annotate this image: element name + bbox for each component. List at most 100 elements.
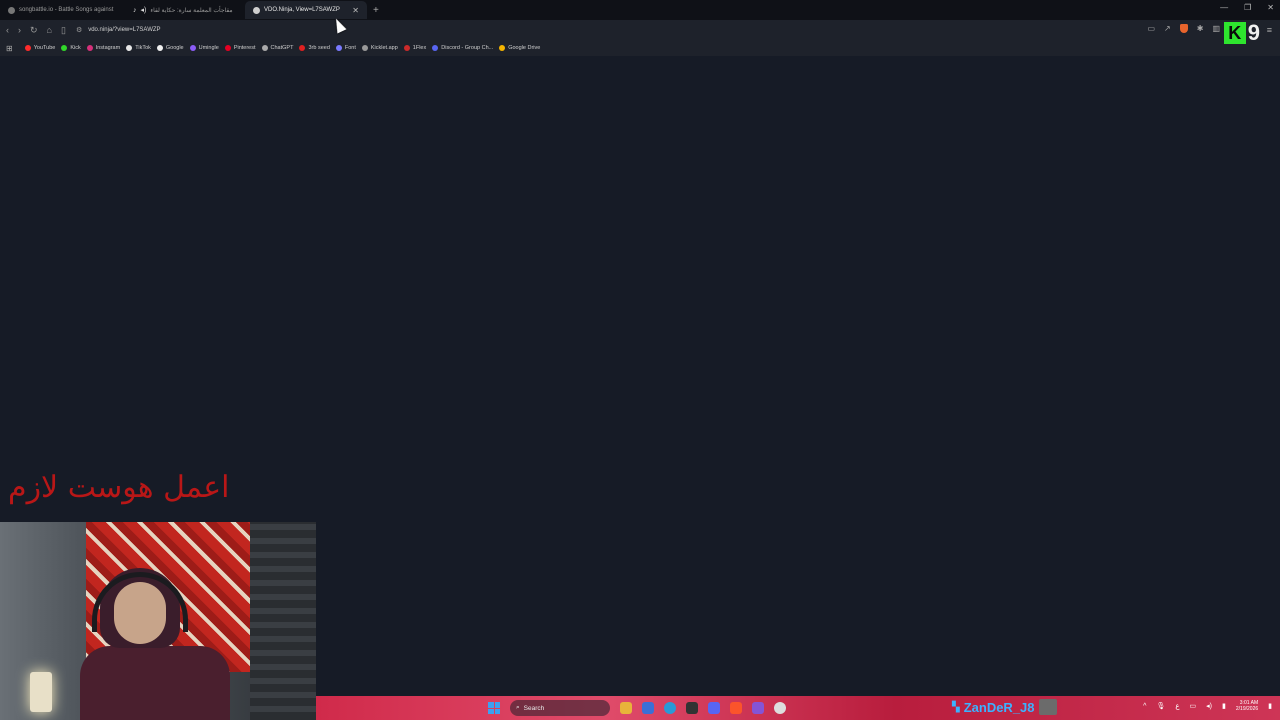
- bookmark-pinterest[interactable]: Pinterest: [224, 45, 256, 51]
- brave-shield-icon[interactable]: [1179, 24, 1188, 33]
- app-icon[interactable]: [752, 702, 764, 714]
- tab-arabic-video[interactable]: ♪ ◂) مقاجأت المعلمة سارة: حكاية لقاء: [125, 1, 245, 19]
- audio-playing-icon[interactable]: ◂): [141, 6, 147, 14]
- pinterest-icon: [224, 45, 231, 51]
- google-icon: [156, 45, 163, 51]
- obs-icon[interactable]: [686, 702, 698, 714]
- user-logo-icon: ▚: [952, 701, 960, 713]
- microphone-icon[interactable]: 🎙: [1156, 702, 1165, 710]
- menu-icon[interactable]: ≡: [1267, 25, 1272, 35]
- nav-buttons: ‹ › ↻ ⌂ ▯: [0, 25, 66, 36]
- 3rb-seed-icon: [299, 45, 306, 51]
- site-settings-icon[interactable]: ⚙: [76, 26, 82, 34]
- webcam-streamer: [80, 568, 240, 720]
- search-label: Search: [523, 704, 545, 712]
- songbattle-favicon-icon: [8, 6, 15, 14]
- new-tab-button[interactable]: +: [367, 5, 385, 16]
- kick-logo-letter: K: [1223, 22, 1246, 44]
- share-icon[interactable]: ↗: [1164, 24, 1171, 33]
- taskbar: ⌕ Search ▚ ZanDeR_J8 ^ 🎙 ع ▭ ◂) ▮ 3:01 A…: [316, 696, 1280, 720]
- kick-icon: [61, 45, 68, 51]
- browser-toolbar: ‹ › ↻ ⌂ ▯ ⚙ vdo.ninja/?view=L7SAWZP ▭ ↗ …: [0, 20, 1280, 40]
- apps-grid-icon[interactable]: ⊞: [6, 44, 13, 53]
- tab-title: VDO.Ninja, View=L7SAWZP: [264, 7, 340, 13]
- instagram-icon: [86, 45, 93, 51]
- settings-icon[interactable]: [774, 702, 786, 714]
- bookmark-1flex[interactable]: 1Flex: [403, 45, 426, 51]
- tab-title: مقاجأت المعلمة سارة: حكاية لقاء: [150, 7, 233, 14]
- windows-start-icon[interactable]: [488, 702, 500, 714]
- volume-icon[interactable]: ◂): [1206, 702, 1212, 710]
- extensions-icon[interactable]: ✱: [1197, 24, 1204, 33]
- network-icon[interactable]: ▭: [1190, 702, 1197, 710]
- avatar: [1038, 699, 1057, 715]
- notification-icon[interactable]: ▮: [1268, 702, 1272, 710]
- kicklet-icon: [361, 45, 368, 51]
- tiktok-icon: [126, 45, 133, 51]
- kick-9-logo: K 9: [1223, 20, 1260, 46]
- kick-logo-number: 9: [1247, 20, 1260, 45]
- bookmark-google-drive[interactable]: Google Drive: [499, 45, 540, 51]
- home-icon[interactable]: ⌂: [47, 25, 52, 36]
- chatgpt-icon: [261, 45, 268, 51]
- calendar-icon[interactable]: [642, 702, 654, 714]
- discord-taskbar-icon[interactable]: [708, 702, 720, 714]
- window-controls: — ❐ ✕: [1220, 3, 1274, 12]
- system-tray: ^ 🎙 ع ▭ ◂) ▮ 3:01 AM 2/19/2026 ▮: [1143, 700, 1272, 712]
- tray-expand-icon[interactable]: ^: [1143, 703, 1146, 710]
- tab-songbattle[interactable]: songbattle.io - Battle Songs against: [0, 1, 125, 19]
- search-icon: ⌕: [516, 704, 520, 711]
- taskbar-search[interactable]: ⌕ Search: [510, 700, 610, 716]
- bookmark-tiktok[interactable]: TikTok: [126, 45, 151, 51]
- bookmark-instagram[interactable]: Instagram: [86, 45, 120, 51]
- bookmark-youtube[interactable]: YouTube: [24, 45, 55, 51]
- font-icon: [335, 45, 342, 51]
- bookmark-kick[interactable]: Kick: [61, 45, 81, 51]
- brave-icon[interactable]: [730, 702, 742, 714]
- clock[interactable]: 3:01 AM 2/19/2026: [1236, 700, 1258, 712]
- bookmark-kicklet[interactable]: Kicklet.app: [361, 45, 398, 51]
- address-text: vdo.ninja/?view=L7SAWZP: [88, 27, 161, 33]
- close-tab-icon[interactable]: ✕: [352, 6, 359, 15]
- 1flex-icon: [403, 45, 410, 51]
- username: ZanDeR_J8: [963, 699, 1035, 715]
- bookmark-umingle[interactable]: Umingle: [189, 45, 219, 51]
- taskbar-apps: ⌕ Search: [488, 700, 786, 716]
- sidebar-icon[interactable]: ▥: [1212, 24, 1220, 33]
- toolbar-tools: ▭ ↗ ✱ ▥: [1147, 24, 1220, 33]
- forward-icon[interactable]: ›: [18, 25, 21, 36]
- youtube-icon: [24, 45, 31, 51]
- webcam-acoustic-foam: [250, 522, 316, 720]
- back-icon[interactable]: ‹: [6, 25, 9, 36]
- reload-icon[interactable]: ↻: [30, 25, 38, 36]
- clock-date: 2/19/2026: [1235, 706, 1259, 712]
- overlay-arabic-text: اعمل هوست لازم: [8, 470, 230, 505]
- minimize-icon[interactable]: —: [1220, 3, 1228, 12]
- language-indicator[interactable]: ع: [1175, 702, 1179, 710]
- bookmarks-bar: ⊞ YouTube Kick Instagram TikTok Google U…: [0, 40, 1280, 56]
- discord-icon: [432, 45, 439, 51]
- file-explorer-icon[interactable]: [620, 702, 632, 714]
- streamer-hoodie: [80, 646, 230, 720]
- bookmark-font[interactable]: Font: [335, 45, 356, 51]
- tab-title: songbattle.io - Battle Songs against: [19, 7, 114, 13]
- bookmark-3rb-seed[interactable]: 3rb seed: [299, 45, 330, 51]
- vdo-ninja-favicon-icon: [253, 6, 260, 14]
- bookmark-google[interactable]: Google: [156, 45, 184, 51]
- battery-icon[interactable]: ▮: [1222, 702, 1226, 710]
- tab-strip: songbattle.io - Battle Songs against ♪ ◂…: [0, 0, 1280, 20]
- google-drive-icon: [499, 45, 506, 51]
- headset-icon: [92, 572, 188, 632]
- umingle-icon: [189, 45, 196, 51]
- bookmark-chatgpt[interactable]: ChatGPT: [261, 45, 293, 51]
- edge-icon[interactable]: [664, 702, 676, 714]
- restore-icon[interactable]: ❐: [1244, 3, 1251, 12]
- address-bar[interactable]: ⚙ vdo.ninja/?view=L7SAWZP: [76, 23, 1096, 38]
- bookmark-icon[interactable]: ▯: [61, 25, 66, 36]
- close-window-icon[interactable]: ✕: [1267, 3, 1274, 12]
- webcam-lamp: [30, 672, 52, 712]
- cast-icon[interactable]: ▭: [1147, 24, 1155, 33]
- tab-vdo-ninja[interactable]: VDO.Ninja, View=L7SAWZP ✕: [245, 1, 367, 19]
- taskbar-user-label: ▚ ZanDeR_J8: [952, 699, 1057, 715]
- bookmark-discord[interactable]: Discord - Group Ch...: [432, 45, 493, 51]
